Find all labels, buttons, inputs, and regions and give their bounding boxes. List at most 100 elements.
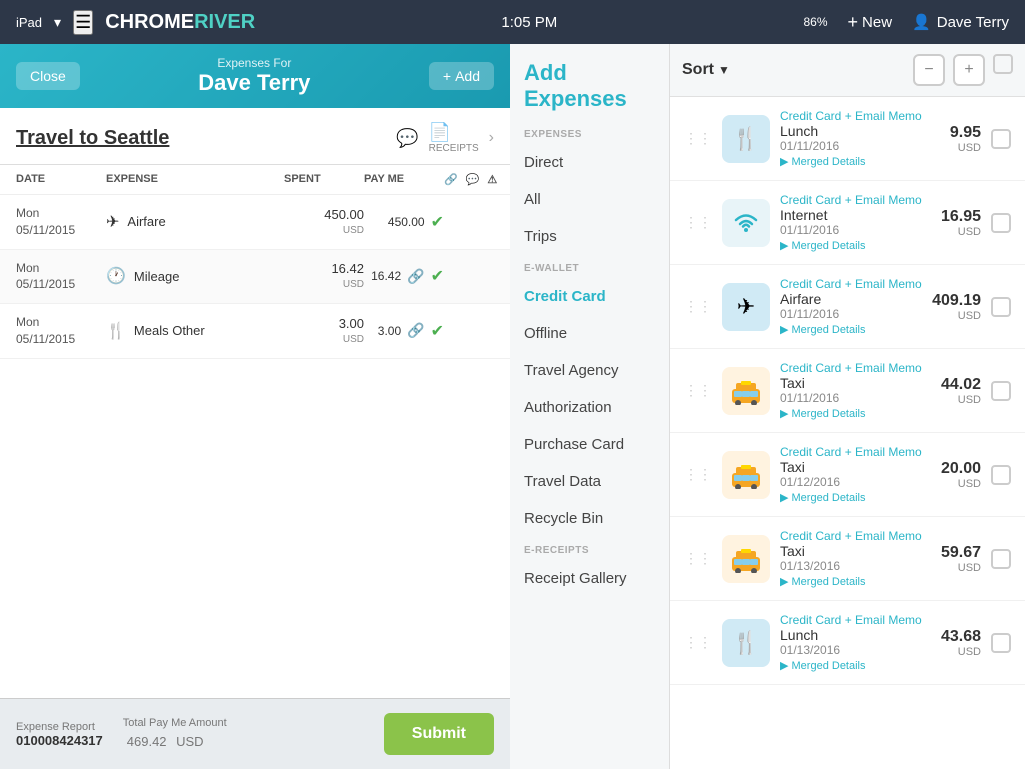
ewallet-section-label: E-WALLET — [510, 255, 669, 278]
left-panel: Close Expenses For Dave Terry + Add Trav… — [0, 44, 510, 769]
new-button[interactable]: + New — [848, 12, 893, 33]
list-item[interactable]: ⋮⋮ Credit Card + Email Memo Internet 01/… — [670, 181, 1025, 265]
battery-label: 86% — [804, 15, 828, 29]
expense-source: Credit Card + Email Memo — [780, 529, 931, 543]
user-button[interactable]: 👤 Dave Terry — [912, 13, 1009, 31]
add-item-button[interactable]: + — [953, 54, 985, 86]
receipt-icon[interactable]: 📄 — [429, 122, 451, 142]
item-checkbox[interactable] — [991, 549, 1011, 569]
expense-header: EXPENSE — [106, 173, 284, 186]
sidebar-item-purchase-card[interactable]: Purchase Card — [510, 426, 669, 463]
submit-button[interactable]: Submit — [384, 713, 494, 755]
sidebar-item-all[interactable]: All — [510, 181, 669, 218]
drag-handle-icon[interactable]: ⋮⋮ — [684, 466, 712, 483]
spent-cell: 3.00 USD — [284, 315, 364, 347]
check-icon: ✔ — [431, 266, 444, 286]
expense-cell: ✈ Airfare — [106, 212, 284, 232]
drag-handle-icon[interactable]: ⋮⋮ — [684, 634, 712, 651]
payme-header: PAY ME — [364, 173, 444, 186]
add-expenses-sidebar: AddExpenses EXPENSES Direct All Trips E-… — [510, 44, 670, 769]
alert-header-icon: ⚠ — [487, 173, 497, 186]
expense-cell: 🕐 Mileage — [106, 266, 284, 286]
date-header: DATE — [16, 173, 106, 186]
person-name: Dave Terry — [80, 70, 429, 96]
sidebar-item-travel-data[interactable]: Travel Data — [510, 463, 669, 500]
check-icon: ✔ — [431, 212, 444, 232]
sidebar-item-offline[interactable]: Offline — [510, 315, 669, 352]
sidebar-item-receipt-gallery[interactable]: Receipt Gallery — [510, 560, 669, 597]
expense-date: 01/11/2016 — [780, 391, 931, 405]
expense-thumb: 🍴 — [722, 115, 770, 163]
select-all-checkbox[interactable] — [993, 54, 1013, 74]
expense-cell: 🍴 Meals Other — [106, 321, 284, 341]
header-title: Expenses For Dave Terry — [80, 56, 429, 96]
table-row[interactable]: Mon05/11/2015 🍴 Meals Other 3.00 USD 3.0… — [0, 304, 510, 359]
list-item[interactable]: ⋮⋮ ✈ Credit Card + Email Memo Airfare 01… — [670, 265, 1025, 349]
expense-date: 01/11/2016 — [780, 307, 922, 321]
time-display: 1:05 PM — [501, 14, 557, 31]
table-header: DATE EXPENSE SPENT PAY ME 🔗 💬 ⚠ — [0, 165, 510, 195]
link-icon: 🔗 — [407, 322, 424, 339]
list-item[interactable]: ⋮⋮ Credit Card + Email Memo — [670, 433, 1025, 517]
expense-type: Internet — [780, 207, 931, 223]
sidebar-item-credit-card[interactable]: Credit Card — [510, 278, 669, 315]
date-cell: Mon05/11/2015 — [16, 260, 106, 294]
expense-amount: 16.95 USD — [941, 208, 981, 238]
expense-table: DATE EXPENSE SPENT PAY ME 🔗 💬 ⚠ Mon05/11… — [0, 165, 510, 698]
merged-details[interactable]: ▶ Merged Details — [780, 407, 931, 420]
expenses-list-panel: Sort ▼ − + ⋮⋮ 🍴 Credit Card + Email Memo… — [670, 44, 1025, 769]
subtract-button[interactable]: − — [913, 54, 945, 86]
sidebar-item-authorization[interactable]: Authorization — [510, 389, 669, 426]
chat-header-icon: 💬 — [466, 173, 480, 186]
list-item[interactable]: ⋮⋮ 🍴 Credit Card + Email Memo Lunch 01/1… — [670, 601, 1025, 685]
expense-type: Taxi — [780, 459, 931, 475]
title-icons: 💬 📄 RECEIPTS › — [396, 122, 494, 154]
expense-amount: 59.67 USD — [941, 544, 981, 574]
chat-icon[interactable]: 💬 — [396, 128, 418, 149]
sort-dropdown-icon: ▼ — [718, 63, 730, 77]
expense-source: Credit Card + Email Memo — [780, 361, 931, 375]
expense-info: Credit Card + Email Memo Lunch 01/11/201… — [780, 109, 940, 168]
device-label: iPad — [16, 15, 42, 30]
expense-info: Credit Card + Email Memo Airfare 01/11/2… — [780, 277, 922, 336]
drag-handle-icon[interactable]: ⋮⋮ — [684, 550, 712, 567]
expenses-section-label: EXPENSES — [510, 121, 669, 144]
expense-type: Taxi — [780, 543, 931, 559]
item-checkbox[interactable] — [991, 129, 1011, 149]
item-checkbox[interactable] — [991, 465, 1011, 485]
spent-cell: 16.42 USD — [284, 260, 364, 292]
drag-handle-icon[interactable]: ⋮⋮ — [684, 130, 712, 147]
drag-handle-icon[interactable]: ⋮⋮ — [684, 298, 712, 315]
sidebar-item-travel-agency[interactable]: Travel Agency — [510, 352, 669, 389]
table-row[interactable]: Mon05/11/2015 🕐 Mileage 16.42 USD 16.42 … — [0, 250, 510, 305]
list-item[interactable]: ⋮⋮ Credit Card + Email Memo — [670, 517, 1025, 601]
spent-cell: 450.00 USD — [284, 206, 364, 238]
merged-details[interactable]: ▶ Merged Details — [780, 575, 931, 588]
list-item[interactable]: ⋮⋮ 🍴 Credit Card + Email Memo Lunch 01/1… — [670, 97, 1025, 181]
merged-details[interactable]: ▶ Merged Details — [780, 323, 922, 336]
merged-details[interactable]: ▶ Merged Details — [780, 155, 940, 168]
item-checkbox[interactable] — [991, 381, 1011, 401]
close-button[interactable]: Close — [16, 62, 80, 90]
add-button[interactable]: + Add — [429, 62, 494, 90]
merged-details[interactable]: ▶ Merged Details — [780, 491, 931, 504]
menu-button[interactable]: ☰ — [73, 10, 93, 35]
drag-handle-icon[interactable]: ⋮⋮ — [684, 382, 712, 399]
link-icon: 🔗 — [407, 268, 424, 285]
table-row[interactable]: Mon05/11/2015 ✈ Airfare 450.00 USD 450.0… — [0, 195, 510, 250]
sort-button[interactable]: Sort ▼ — [682, 61, 730, 79]
item-checkbox[interactable] — [991, 297, 1011, 317]
item-checkbox[interactable] — [991, 633, 1011, 653]
merged-details[interactable]: ▶ Merged Details — [780, 239, 931, 252]
expense-date: 01/13/2016 — [780, 559, 931, 573]
sidebar-item-recycle-bin[interactable]: Recycle Bin — [510, 500, 669, 537]
merged-details[interactable]: ▶ Merged Details — [780, 659, 931, 672]
report-header: Close Expenses For Dave Terry + Add — [0, 44, 510, 108]
sidebar-item-trips[interactable]: Trips — [510, 218, 669, 255]
sidebar-item-direct[interactable]: Direct — [510, 144, 669, 181]
item-checkbox[interactable] — [991, 213, 1011, 233]
footer-report-info: Expense Report 010008424317 — [16, 721, 103, 748]
list-item[interactable]: ⋮⋮ Credit Card + Email Memo — [670, 349, 1025, 433]
expense-amount: 43.68 USD — [941, 628, 981, 658]
drag-handle-icon[interactable]: ⋮⋮ — [684, 214, 712, 231]
